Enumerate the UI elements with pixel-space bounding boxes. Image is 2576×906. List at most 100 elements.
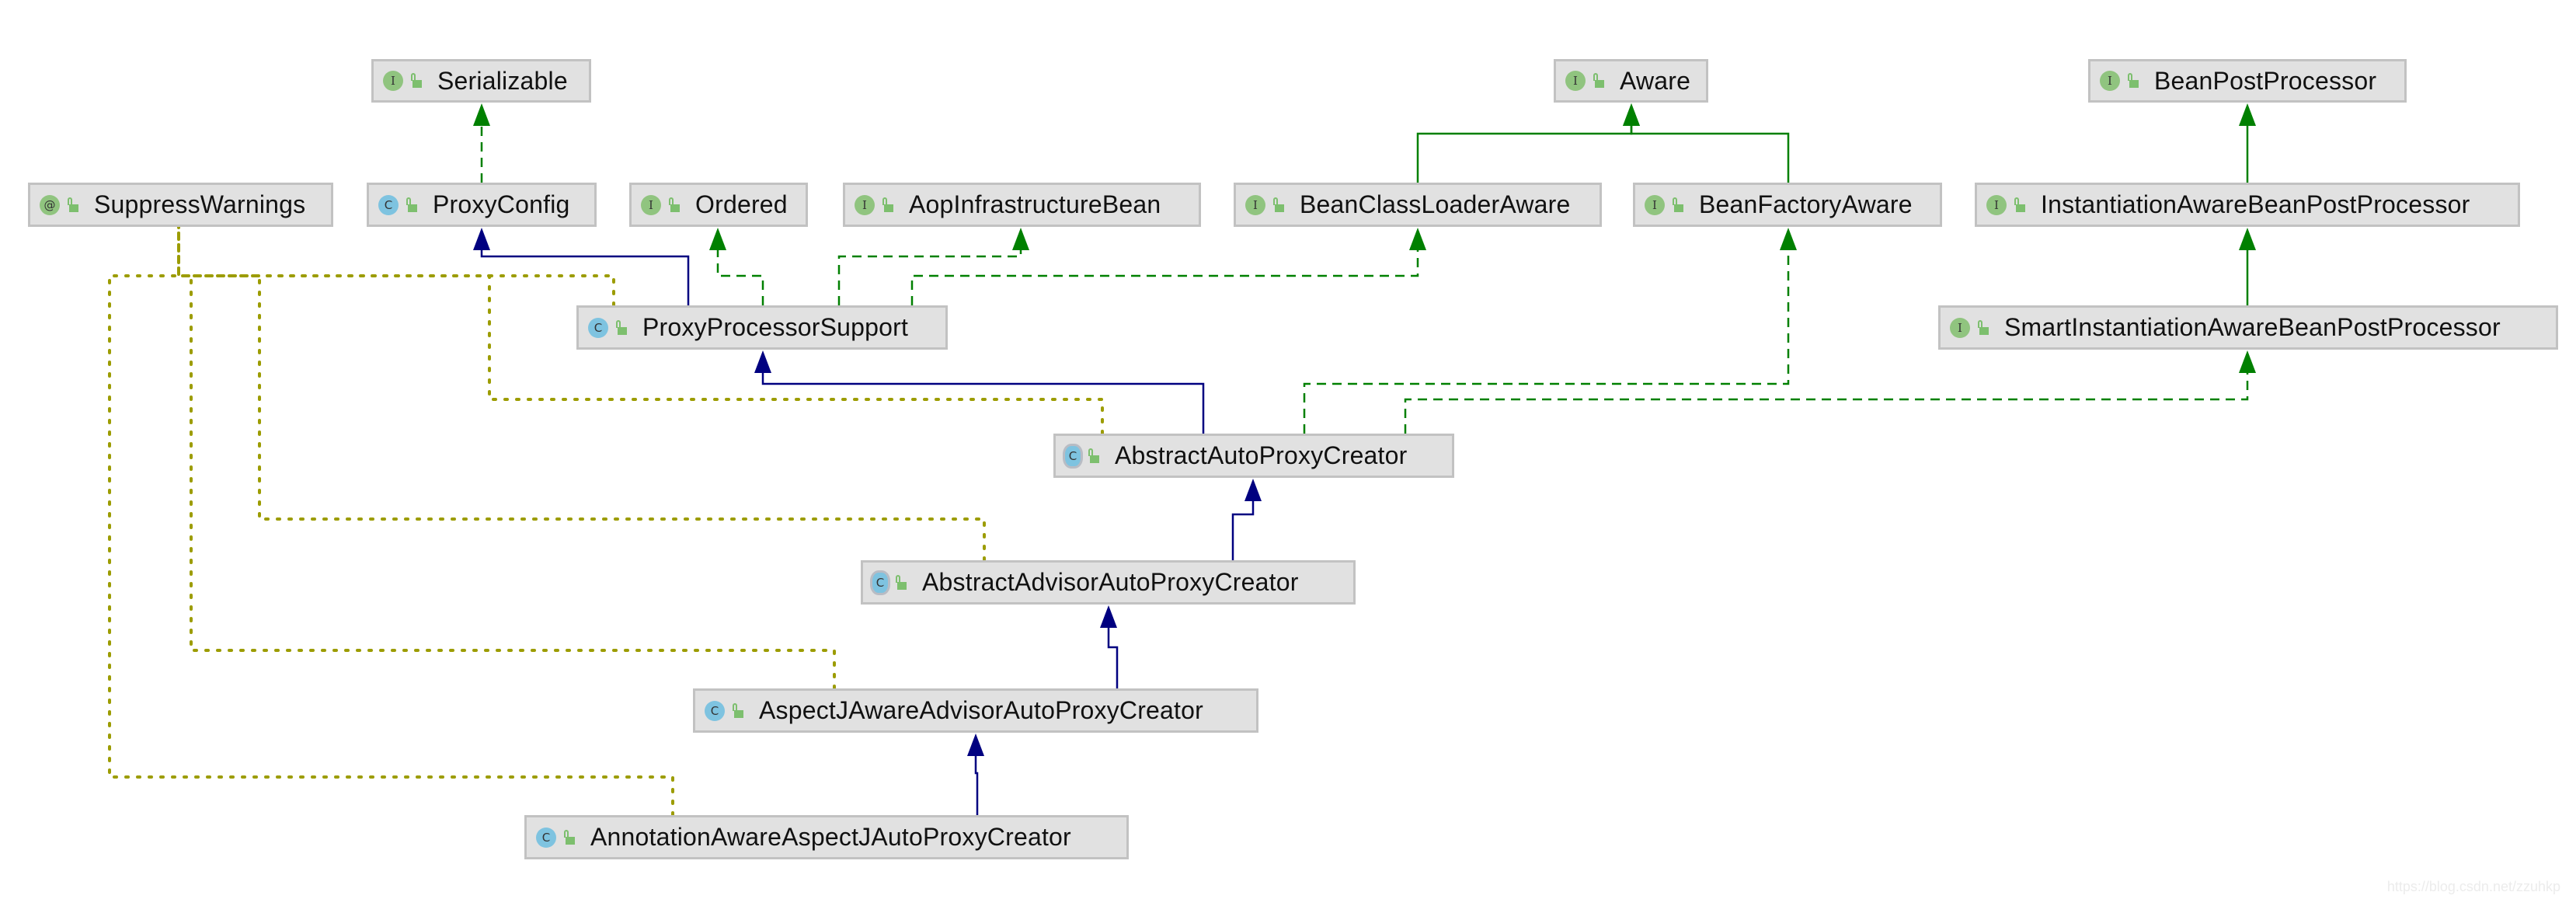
public-visibility-icon [411, 73, 422, 89]
interface-kind-icon: I [1245, 194, 1265, 215]
class-node-aspect-jaware-advisor-auto-proxy-creator[interactable]: C AspectJAwareAdvisorAutoProxyCreator [693, 688, 1258, 733]
class-name: InstantiationAwareBeanPostProcessor [2041, 190, 2470, 218]
abstract-kind-icon: C [872, 572, 888, 593]
public-visibility-icon [406, 197, 417, 213]
class-node-bean-class-loader-aware[interactable]: I BeanClassLoaderAware [1234, 183, 1602, 227]
edge-implements-11 [1404, 350, 2256, 434]
interface-kind-icon: I [1565, 71, 1586, 91]
arrowhead-icon [473, 103, 490, 126]
class-node-serializable[interactable]: I Serializable [371, 59, 591, 103]
class-name: BeanPostProcessor [2154, 66, 2377, 95]
public-visibility-icon [616, 319, 627, 336]
class-name: SmartInstantiationAwareBeanPostProcessor [2004, 313, 2501, 341]
arrowhead-icon [1244, 479, 1262, 501]
edge-extends-13 [1100, 605, 1119, 688]
class-node-smart-instantiation-aware-bean-post-processor[interactable]: I SmartInstantiationAwareBeanPostProcesso… [1938, 305, 2558, 350]
class-name: Aware [1620, 66, 1691, 95]
public-visibility-icon [669, 197, 680, 213]
watermark: https://blog.csdn.net/zzuhkp [2386, 879, 2560, 894]
class-kind-icon: C [705, 700, 725, 721]
edge-implements-7 [837, 228, 1029, 305]
edge-implements-8 [910, 228, 1426, 305]
class-name: Serializable [437, 66, 568, 95]
class-node-suppress-warnings[interactable]: @ SuppressWarnings [28, 183, 333, 227]
public-visibility-icon [564, 829, 575, 845]
class-node-bean-post-processor[interactable]: I BeanPostProcessor [2088, 59, 2407, 103]
public-visibility-icon [1978, 319, 1989, 336]
arrowhead-icon [1780, 228, 1797, 250]
edge-extends-5 [473, 228, 690, 305]
edge-extends-12 [1231, 479, 1262, 560]
arrowhead-icon [1409, 228, 1426, 250]
class-kind-icon: C [536, 827, 556, 848]
class-name: SuppressWarnings [94, 190, 306, 218]
edge-implements-0 [473, 103, 490, 183]
public-visibility-icon [1593, 73, 1604, 89]
interface-kind-icon: I [1645, 194, 1665, 215]
edge-line [177, 225, 986, 562]
annotation-kind-icon: @ [40, 194, 60, 215]
class-name: Ordered [695, 190, 788, 218]
arrowhead-icon [754, 350, 771, 373]
edge-line [910, 249, 1419, 305]
interface-kind-icon: I [855, 194, 875, 215]
class-name: AnnotationAwareAspectJAutoProxyCreator [590, 823, 1071, 851]
interface-kind-icon: I [383, 71, 403, 91]
class-name: ProxyConfig [433, 190, 570, 218]
edge-implements-6 [709, 228, 764, 305]
arrowhead-icon [1623, 103, 1640, 126]
class-name: AspectJAwareAdvisorAutoProxyCreator [759, 696, 1203, 724]
public-visibility-icon [1273, 197, 1284, 213]
edge-annotated-17 [177, 225, 986, 562]
class-node-aop-infrastructure-bean[interactable]: I AopInfrastructureBean [843, 183, 1201, 227]
class-kind-icon: C [378, 194, 399, 215]
edge-line [1107, 626, 1119, 688]
arrowhead-icon [2239, 103, 2256, 126]
edge-line [716, 249, 764, 305]
interface-kind-icon: I [641, 194, 661, 215]
arrowhead-icon [1012, 228, 1029, 250]
edge-extends-interface-1 [1416, 103, 1640, 183]
edge-line [1630, 124, 1790, 183]
edge-line [837, 249, 1022, 305]
edge-extends-14 [967, 734, 984, 815]
edge-annotated-18 [177, 225, 836, 690]
class-node-abstract-advisor-auto-proxy-creator[interactable]: C AbstractAdvisorAutoProxyCreator [861, 560, 1356, 605]
edge-line [1303, 249, 1790, 434]
edge-extends-interface-2 [1623, 103, 1790, 183]
arrowhead-icon [2239, 228, 2256, 250]
class-node-proxy-config[interactable]: C ProxyConfig [367, 183, 597, 227]
class-name: AbstractAutoProxyCreator [1115, 441, 1408, 469]
public-visibility-icon [2014, 197, 2025, 213]
interface-kind-icon: I [1986, 194, 2007, 215]
edge-line [974, 754, 979, 815]
public-visibility-icon [1673, 197, 1683, 213]
arrowhead-icon [473, 228, 490, 250]
class-name: ProxyProcessorSupport [642, 313, 909, 341]
class-name: BeanClassLoaderAware [1300, 190, 1571, 218]
edge-line [1231, 500, 1255, 560]
edge-line [177, 225, 615, 307]
public-visibility-icon [2128, 73, 2139, 89]
class-node-proxy-processor-support[interactable]: C ProxyProcessorSupport [576, 305, 948, 350]
arrowhead-icon [709, 228, 726, 250]
class-name: BeanFactoryAware [1699, 190, 1913, 218]
class-node-instantiation-aware-bean-post-processor[interactable]: I InstantiationAwareBeanPostProcessor [1975, 183, 2520, 227]
edge-line [480, 249, 690, 305]
interface-kind-icon: I [1950, 317, 1970, 338]
class-kind-icon: C [588, 317, 608, 338]
edge-extends-interface-3 [2239, 103, 2256, 183]
abstract-kind-icon: C [1065, 445, 1081, 466]
class-node-annotation-aware-aspect-jauto-proxy-creator[interactable]: C AnnotationAwareAspectJAutoProxyCreator [524, 815, 1129, 859]
edge-line [177, 225, 836, 690]
class-node-bean-factory-aware[interactable]: I BeanFactoryAware [1633, 183, 1942, 227]
arrowhead-icon [1623, 103, 1640, 126]
class-node-aware[interactable]: I Aware [1554, 59, 1708, 103]
class-name: AopInfrastructureBean [909, 190, 1161, 218]
class-node-abstract-auto-proxy-creator[interactable]: C AbstractAutoProxyCreator [1053, 434, 1454, 478]
class-name: AbstractAdvisorAutoProxyCreator [922, 568, 1299, 596]
arrowhead-icon [1100, 605, 1117, 628]
public-visibility-icon [1088, 448, 1099, 464]
class-node-ordered[interactable]: I Ordered [629, 183, 808, 227]
edge-annotated-15 [177, 225, 615, 307]
